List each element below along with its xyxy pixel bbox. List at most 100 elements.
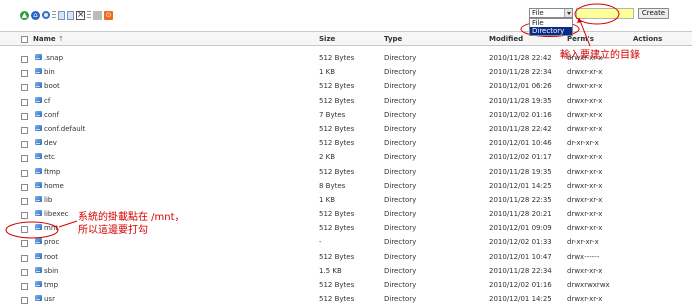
row-checkbox[interactable]	[21, 56, 28, 63]
row-name[interactable]: root	[44, 253, 58, 261]
folder-icon	[35, 252, 42, 259]
row-name[interactable]: ftmp	[44, 168, 60, 176]
row-name[interactable]: tmp	[44, 281, 58, 289]
row-type: Directory	[384, 82, 417, 91]
row-name[interactable]: cf	[44, 97, 50, 105]
type-select[interactable]: File	[529, 8, 573, 18]
row-checkbox[interactable]	[21, 126, 28, 134]
row-checkbox[interactable]	[21, 254, 28, 262]
table-row[interactable]: conf 7 Bytes Directory 2010/12/02 01:16 drwx…	[0, 110, 692, 124]
row-type: Directory	[384, 252, 417, 261]
row-checkbox[interactable]	[21, 141, 28, 149]
table-row[interactable]: dev 512 Bytes Directory 2010/12/01 10:46 dr-…	[0, 138, 692, 152]
upload-icon[interactable]	[67, 10, 74, 20]
row-name[interactable]: .snap	[44, 54, 63, 62]
row-type: Directory	[384, 54, 417, 62]
new-item-name-input[interactable]	[576, 8, 634, 19]
row-checkbox[interactable]	[21, 297, 28, 305]
table-row[interactable]: cf 512 Bytes Directory 2010/11/28 19:35 drwx…	[0, 96, 692, 110]
row-name[interactable]: home	[44, 182, 64, 190]
row-type: Directory	[384, 181, 417, 190]
row-checkbox[interactable]	[21, 84, 28, 92]
table-row[interactable]: home 8 Bytes Directory 2010/12/01 14:25 drwx…	[0, 181, 692, 195]
row-type: Directory	[384, 124, 417, 133]
admin-icon[interactable]: ⊙	[104, 10, 113, 20]
row-perms: drwxr-xr-x	[567, 181, 603, 190]
home-icon[interactable]: ⌂	[31, 10, 40, 20]
row-checkbox[interactable]	[21, 98, 28, 106]
row-type: Directory	[384, 110, 417, 119]
table-row[interactable]: usr 512 Bytes Directory 2010/12/01 14:25 drw…	[0, 294, 692, 305]
row-name[interactable]: usr	[44, 295, 55, 303]
table-row[interactable]: tmp 512 Bytes Directory 2010/12/02 01:16 drw…	[0, 280, 692, 294]
edit-icon[interactable]	[93, 10, 102, 20]
row-perms: drwxr-xr-x	[567, 295, 603, 304]
row-name[interactable]: etc	[44, 153, 55, 161]
row-checkbox[interactable]	[21, 268, 28, 276]
new-file-icon[interactable]	[58, 10, 65, 20]
row-type: Directory	[384, 281, 417, 289]
row-name[interactable]: conf	[44, 111, 59, 119]
column-modified[interactable]: Modified	[489, 35, 523, 43]
folder-icon	[35, 181, 42, 188]
table-row[interactable]: proc - Directory 2010/12/02 01:33 dr-xr-xr-x	[0, 237, 692, 251]
row-name[interactable]: conf.default	[44, 125, 85, 133]
table-row[interactable]: etc 2 KB Directory 2010/12/02 01:17 drwxr-xr…	[0, 152, 692, 166]
column-size[interactable]: Size	[319, 35, 335, 43]
column-perms[interactable]: Perm's	[567, 35, 594, 43]
row-size: 7 Bytes	[319, 110, 346, 119]
table-row[interactable]: root 512 Bytes Directory 2010/12/01 10:47 dr…	[0, 252, 692, 266]
row-checkbox[interactable]	[21, 212, 28, 220]
row-checkbox[interactable]	[21, 70, 28, 78]
row-name[interactable]: libexec	[44, 210, 69, 218]
table-row[interactable]: sbin 1.5 KB Directory 2010/11/28 22:34 drwxr…	[0, 266, 692, 280]
row-perms: drwxr-xr-x	[567, 153, 603, 162]
row-size: 8 Bytes	[319, 181, 346, 190]
table-row[interactable]: bin 1 KB Directory 2010/11/28 22:34 drwxr-xr…	[0, 67, 692, 81]
folder-icon	[35, 82, 42, 89]
go-up-icon[interactable]: ▲	[20, 10, 29, 20]
row-checkbox[interactable]	[21, 155, 28, 163]
row-perms: drwxr-xr-x	[567, 266, 603, 275]
row-name[interactable]: lib	[44, 196, 52, 204]
row-checkbox[interactable]	[21, 283, 28, 290]
row-modified: 2010/12/01 10:47	[489, 252, 552, 261]
row-modified: 2010/11/28 19:35	[489, 167, 552, 176]
row-name[interactable]: dev	[44, 139, 57, 147]
row-name[interactable]: bin	[44, 68, 55, 76]
row-name[interactable]: boot	[44, 82, 60, 90]
folder-icon	[35, 54, 42, 60]
option-directory[interactable]: Directory	[530, 27, 572, 35]
table-row[interactable]: conf.default 512 Bytes Directory 2010/11/28…	[0, 124, 692, 138]
row-checkbox[interactable]	[21, 112, 28, 120]
row-size: -	[319, 238, 322, 247]
row-size: 512 Bytes	[319, 124, 355, 133]
row-checkbox[interactable]	[21, 197, 28, 205]
row-checkbox[interactable]	[21, 240, 28, 248]
row-name[interactable]: mnt	[44, 224, 58, 232]
separator-dots-icon	[52, 10, 56, 20]
column-type[interactable]: Type	[384, 35, 402, 43]
option-file[interactable]: File	[530, 19, 572, 27]
select-all-checkbox[interactable]	[21, 36, 28, 43]
column-name[interactable]: Name ↑	[33, 35, 64, 43]
chevron-down-icon[interactable]	[564, 9, 572, 17]
table-row[interactable]: ftmp 512 Bytes Directory 2010/11/28 19:35 dr…	[0, 167, 692, 181]
row-checkbox[interactable]	[21, 226, 28, 234]
row-size: 512 Bytes	[319, 96, 355, 105]
table-row[interactable]: lib 1 KB Directory 2010/11/28 22:35 drwxr-xr…	[0, 195, 692, 209]
row-name[interactable]: sbin	[44, 267, 58, 275]
row-checkbox[interactable]	[21, 169, 28, 177]
toolbar: ▲ ⌂ ⊙	[20, 9, 113, 21]
delete-icon[interactable]	[76, 9, 85, 21]
search-icon[interactable]	[42, 11, 50, 19]
create-button[interactable]: Create	[638, 8, 669, 19]
mount-note-line1: 系統的掛載點在 /mnt，	[78, 212, 185, 223]
row-name[interactable]: proc	[44, 238, 59, 246]
row-perms: drwxrwxrwx	[567, 281, 610, 289]
folder-icon	[35, 238, 42, 245]
table-row[interactable]: boot 512 Bytes Directory 2010/12/01 06:26 dr…	[0, 81, 692, 95]
row-checkbox[interactable]	[21, 183, 28, 191]
folder-icon	[35, 224, 42, 231]
folder-icon	[35, 266, 42, 273]
